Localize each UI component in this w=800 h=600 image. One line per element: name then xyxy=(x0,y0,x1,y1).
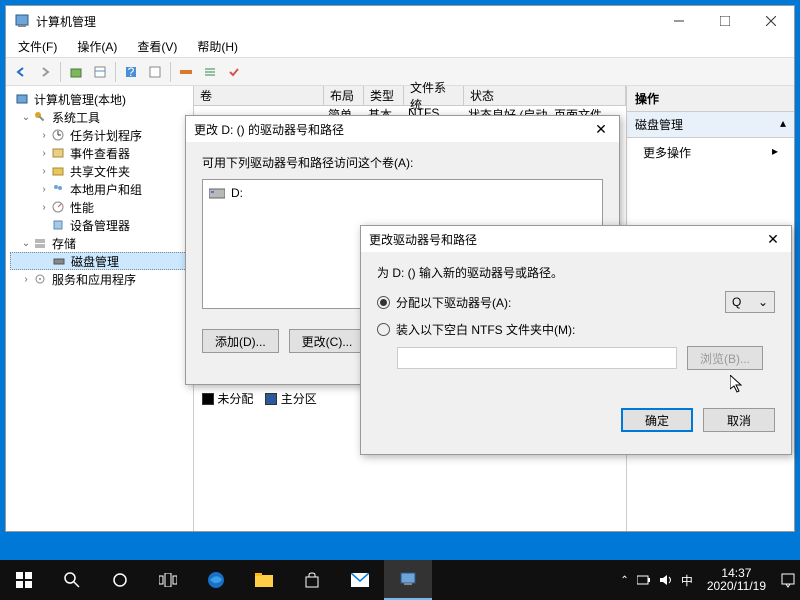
col-layout[interactable]: 布局 xyxy=(324,86,364,105)
col-volume[interactable]: 卷 xyxy=(194,86,324,105)
tree-root[interactable]: 计算机管理(本地) xyxy=(10,90,189,108)
help-button[interactable]: ? xyxy=(120,61,142,83)
explorer-button[interactable] xyxy=(240,560,288,600)
actions-sub[interactable]: 磁盘管理▴ xyxy=(627,112,794,138)
tray-chevron-icon[interactable]: ⌃ xyxy=(620,575,628,586)
edge-button[interactable] xyxy=(192,560,240,600)
tree-disk-management[interactable]: 磁盘管理 xyxy=(10,252,189,270)
taskview-button[interactable] xyxy=(144,560,192,600)
system-tray: ⌃ 中 14:37 2020/11/19 xyxy=(620,567,800,593)
cancel-button[interactable]: 取消 xyxy=(703,408,775,432)
app-icon xyxy=(14,13,30,29)
minimize-button[interactable] xyxy=(656,6,702,36)
menu-file[interactable]: 文件(F) xyxy=(14,36,61,57)
window-title: 计算机管理 xyxy=(36,13,656,30)
maximize-button[interactable] xyxy=(702,6,748,36)
dialog1-desc: 可用下列驱动器号和路径访问这个卷(A): xyxy=(202,154,603,171)
radio-assign-label: 分配以下驱动器号(A): xyxy=(396,294,719,311)
tree-performance[interactable]: ›性能 xyxy=(10,198,189,216)
col-status[interactable]: 状态 xyxy=(464,86,626,105)
svg-text:?: ? xyxy=(128,65,135,79)
drive-list-item[interactable]: D: xyxy=(207,184,598,202)
menubar: 文件(F) 操作(A) 查看(V) 帮助(H) xyxy=(6,36,794,58)
tray-clock[interactable]: 14:37 2020/11/19 xyxy=(701,567,772,593)
tree-event-viewer[interactable]: ›事件查看器 xyxy=(10,144,189,162)
back-button[interactable] xyxy=(10,61,32,83)
cortana-button[interactable] xyxy=(96,560,144,600)
menu-view[interactable]: 查看(V) xyxy=(133,36,181,57)
radio-mount-folder[interactable] xyxy=(377,323,390,336)
titlebar: 计算机管理 xyxy=(6,6,794,36)
change-button[interactable]: 更改(C)... xyxy=(289,329,366,353)
mail-button[interactable] xyxy=(336,560,384,600)
action-more[interactable]: 更多操作▸ xyxy=(627,138,794,167)
taskbar: ⌃ 中 14:37 2020/11/19 xyxy=(0,560,800,600)
chevron-down-icon: ⌄ xyxy=(758,295,768,309)
compmgmt-taskbar-button[interactable] xyxy=(384,560,432,600)
refresh-button[interactable] xyxy=(175,61,197,83)
dialog2-title: 更改驱动器号和路径 xyxy=(369,231,763,248)
properties-button[interactable] xyxy=(89,61,111,83)
view-button[interactable] xyxy=(144,61,166,83)
actions-header: 操作 xyxy=(627,86,794,112)
col-type[interactable]: 类型 xyxy=(364,86,404,105)
tree-shared-folders[interactable]: ›共享文件夹 xyxy=(10,162,189,180)
col-fs[interactable]: 文件系统 xyxy=(404,86,464,105)
legend-primary: 主分区 xyxy=(281,392,317,406)
tree-services[interactable]: ›服务和应用程序 xyxy=(10,270,189,288)
menu-action[interactable]: 操作(A) xyxy=(73,36,121,57)
dialog-assign-letter: 更改驱动器号和路径 ✕ 为 D: () 输入新的驱动器号或路径。 分配以下驱动器… xyxy=(360,225,792,455)
close-button[interactable] xyxy=(748,6,794,36)
tree-local-users[interactable]: ›本地用户和组 xyxy=(10,180,189,198)
dialog1-titlebar: 更改 D: () 的驱动器号和路径 ✕ xyxy=(186,116,619,142)
dialog2-desc: 为 D: () 输入新的驱动器号或路径。 xyxy=(377,264,775,281)
radio-mount-folder-row[interactable]: 装入以下空白 NTFS 文件夹中(M): xyxy=(377,321,775,338)
mount-path-input xyxy=(397,347,677,369)
tree-system-tools[interactable]: ⌄系统工具 xyxy=(10,108,189,126)
dialog2-close-button[interactable]: ✕ xyxy=(763,231,783,248)
store-button[interactable] xyxy=(288,560,336,600)
tree-panel: 计算机管理(本地) ⌄系统工具 ›任务计划程序 ›事件查看器 ›共享文件夹 ›本… xyxy=(6,86,194,531)
drive-icon xyxy=(209,187,225,199)
volume-icon[interactable] xyxy=(659,573,673,587)
radio-assign-letter-row[interactable]: 分配以下驱动器号(A): Q⌄ xyxy=(377,291,775,313)
check-button[interactable] xyxy=(223,61,245,83)
search-button[interactable] xyxy=(48,560,96,600)
dialog2-titlebar: 更改驱动器号和路径 ✕ xyxy=(361,226,791,252)
list-button[interactable] xyxy=(199,61,221,83)
menu-help[interactable]: 帮助(H) xyxy=(193,36,242,57)
toolbar: ? xyxy=(6,58,794,86)
radio-assign-letter[interactable] xyxy=(377,296,390,309)
start-button[interactable] xyxy=(0,560,48,600)
forward-button[interactable] xyxy=(34,61,56,83)
drive-letter-combo[interactable]: Q⌄ xyxy=(725,291,775,313)
tree-storage[interactable]: ⌄存储 xyxy=(10,234,189,252)
ime-indicator[interactable]: 中 xyxy=(681,572,693,589)
up-button[interactable] xyxy=(65,61,87,83)
add-button[interactable]: 添加(D)... xyxy=(202,329,279,353)
dialog1-title: 更改 D: () 的驱动器号和路径 xyxy=(194,121,591,138)
notification-icon[interactable] xyxy=(780,572,796,588)
legend-unalloc: 未分配 xyxy=(217,392,253,406)
tree-task-scheduler[interactable]: ›任务计划程序 xyxy=(10,126,189,144)
radio-mount-label: 装入以下空白 NTFS 文件夹中(M): xyxy=(396,321,575,338)
dialog1-close-button[interactable]: ✕ xyxy=(591,121,611,138)
ok-button[interactable]: 确定 xyxy=(621,408,693,432)
browse-button: 浏览(B)... xyxy=(687,346,763,370)
volume-header: 卷 布局 类型 文件系统 状态 xyxy=(194,86,626,106)
chevron-right-icon: ▸ xyxy=(772,144,778,161)
tree-device-manager[interactable]: 设备管理器 xyxy=(10,216,189,234)
battery-icon[interactable] xyxy=(637,573,651,587)
collapse-icon: ▴ xyxy=(780,116,786,133)
